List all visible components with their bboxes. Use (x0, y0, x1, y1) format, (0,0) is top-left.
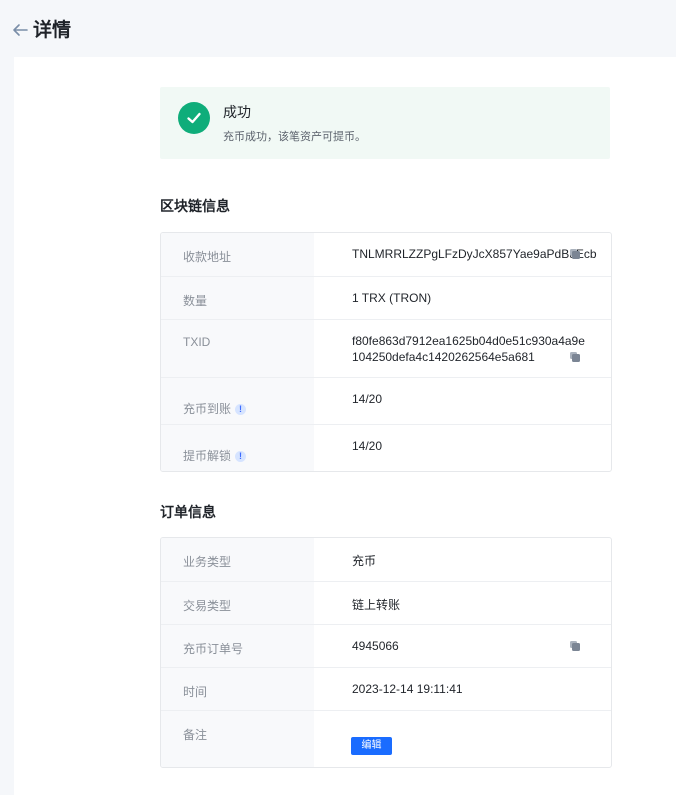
row-label: 备注 (161, 711, 314, 767)
row-value: 14/20 (314, 425, 611, 471)
row-label: 时间 (161, 668, 314, 710)
txid-label: TXID (183, 335, 211, 349)
status-description: 充币成功，该笔资产可提币。 (223, 131, 366, 143)
row-value: 2023-12-14 19:11:41 (314, 668, 611, 710)
withdraw-unlock-label-text: 提币解锁 (183, 449, 232, 463)
txid-value-line1: f80fe863d7912ea1625b04d0e51c930a4a9e (352, 334, 585, 348)
copy-icon[interactable] (570, 249, 580, 259)
blockchain-section-title: 区块链信息 (160, 198, 230, 214)
copy-icon[interactable] (570, 352, 580, 362)
deposit-arrival-label-text: 充币到账 (183, 402, 232, 416)
detail-panel: 成功 充币成功，该笔资产可提币。 区块链信息 收款地址 TNLMRRLZZPgL… (14, 57, 676, 795)
receive-address-label: 收款地址 (183, 250, 232, 264)
info-icon[interactable]: ! (235, 451, 247, 463)
row-value: f80fe863d7912ea1625b04d0e51c930a4a9e 104… (314, 320, 611, 377)
transaction-type-label: 交易类型 (183, 599, 232, 613)
row-label: TXID (161, 320, 314, 377)
row-value: TNLMRRLZZPgLFzDyJcX857Yae9aPdBuEcb (314, 233, 611, 276)
page-title: 详情 (33, 20, 72, 41)
amount-value: 1 TRX (TRON) (352, 291, 432, 305)
row-label: 充币到账! (161, 378, 314, 424)
table-row: 提币解锁! 14/20 (161, 424, 611, 471)
withdraw-unlock-label: 提币解锁! (183, 447, 247, 464)
time-label: 时间 (183, 685, 208, 699)
row-value: 编辑 (314, 711, 611, 767)
row-label: 业务类型 (161, 538, 314, 581)
table-row: 数量 1 TRX (TRON) (161, 276, 611, 319)
row-value: 充币 (314, 538, 611, 581)
arrow-left-icon[interactable] (11, 21, 29, 39)
table-row: 充币到账! 14/20 (161, 377, 611, 424)
row-value: 1 TRX (TRON) (314, 277, 611, 319)
blockchain-info-table: 收款地址 TNLMRRLZZPgLFzDyJcX857Yae9aPdBuEcb … (160, 232, 612, 472)
business-type-value: 充币 (352, 554, 377, 568)
order-info-table: 业务类型 充币 交易类型 链上转账 充币订单号 4945066 时间 2023-… (160, 537, 612, 768)
row-value: 14/20 (314, 378, 611, 424)
remark-label: 备注 (183, 728, 208, 742)
business-type-label: 业务类型 (183, 555, 232, 569)
deposit-order-number-value: 4945066 (352, 639, 399, 653)
time-value: 2023-12-14 19:11:41 (352, 682, 463, 696)
status-title: 成功 (223, 104, 251, 120)
txid-value-line2: 104250defa4c1420262564e5a681 (352, 350, 535, 364)
row-label: 充币订单号 (161, 625, 314, 667)
row-value: 4945066 (314, 625, 611, 667)
copy-icon[interactable] (570, 641, 580, 651)
top-bar: 详情 (0, 0, 676, 57)
edit-button[interactable]: 编辑 (351, 737, 392, 755)
row-label: 收款地址 (161, 233, 314, 276)
table-row: TXID f80fe863d7912ea1625b04d0e51c930a4a9… (161, 319, 611, 377)
deposit-arrival-label: 充币到账! (183, 400, 247, 417)
table-row: 时间 2023-12-14 19:11:41 (161, 667, 611, 710)
deposit-arrival-value: 14/20 (352, 392, 383, 406)
checkmark-circle-icon (178, 102, 210, 134)
table-row: 收款地址 TNLMRRLZZPgLFzDyJcX857Yae9aPdBuEcb (161, 233, 611, 276)
table-row: 备注 编辑 (161, 710, 611, 767)
receive-address-value: TNLMRRLZZPgLFzDyJcX857Yae9aPdBuEcb (352, 247, 597, 261)
withdraw-unlock-value: 14/20 (352, 439, 383, 453)
row-label: 提币解锁! (161, 425, 314, 471)
row-label: 数量 (161, 277, 314, 319)
row-value: 链上转账 (314, 582, 611, 624)
amount-label: 数量 (183, 294, 208, 308)
row-label: 交易类型 (161, 582, 314, 624)
transaction-type-value: 链上转账 (352, 598, 401, 612)
table-row: 充币订单号 4945066 (161, 624, 611, 667)
order-section-title: 订单信息 (160, 504, 216, 520)
table-row: 业务类型 充币 (161, 538, 611, 581)
table-row: 交易类型 链上转账 (161, 581, 611, 624)
info-icon[interactable]: ! (235, 404, 247, 416)
deposit-order-number-label: 充币订单号 (183, 642, 244, 656)
status-banner: 成功 充币成功，该笔资产可提币。 (160, 87, 610, 159)
